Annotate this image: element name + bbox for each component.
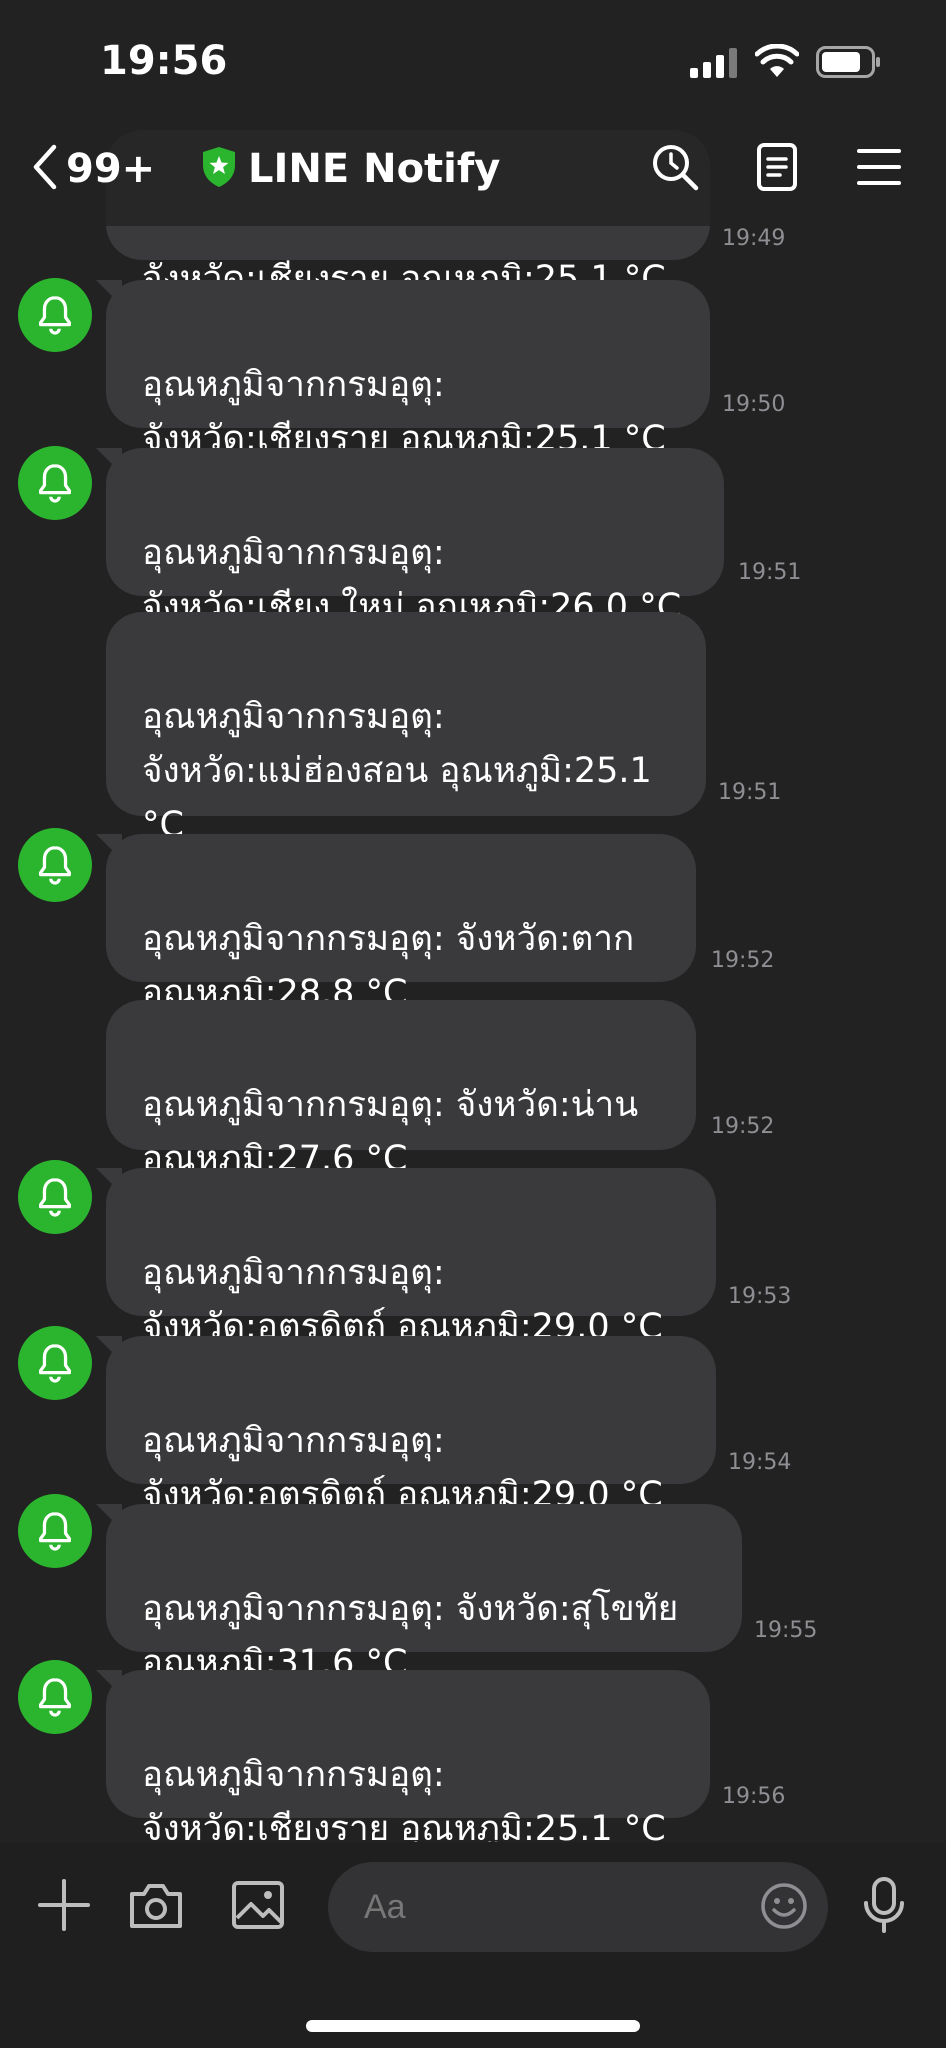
- bell-avatar-icon[interactable]: [18, 1160, 92, 1234]
- message-text: อุณหภูมิจากกรมอุตุ: จังหวัด:อุตรดิตถ์ อุ…: [142, 1253, 663, 1347]
- message-bubble[interactable]: อุณหภูมิจากกรมอุตุ: จังหวัด:เชียงราย อุณ…: [96, 280, 710, 459]
- message-input-bar: [0, 1842, 946, 2048]
- message-time: 19:52: [711, 948, 775, 973]
- gallery-button[interactable]: [226, 1872, 290, 1942]
- emoji-button[interactable]: [752, 1882, 816, 1934]
- message-bubble[interactable]: อุณหภูมิจากกรมอุตุ: จังหวัด:แม่ฮ่องสอน อ…: [106, 612, 706, 845]
- chat-title-text: LINE Notify: [248, 146, 501, 192]
- camera-icon: [128, 1880, 184, 1934]
- menu-icon: [857, 147, 901, 191]
- shield-star-icon: [200, 145, 238, 193]
- microphone-icon: [862, 1877, 906, 1937]
- menu-button[interactable]: [846, 134, 912, 204]
- message-text: อุณหภูมิจากกรมอุตุ: จังหวัด:เชียงราย อุณ…: [142, 365, 666, 459]
- bell-avatar-icon[interactable]: [18, 1326, 92, 1400]
- notes-icon: [756, 142, 798, 196]
- chat-title[interactable]: LINE Notify: [200, 134, 500, 204]
- message-time: 19:53: [728, 1284, 792, 1309]
- message-time: 19:56: [722, 1784, 786, 1809]
- bell-avatar-icon[interactable]: [18, 1660, 92, 1734]
- image-icon: [231, 1880, 285, 1934]
- message-time: 19:51: [718, 780, 782, 805]
- plus-icon: [38, 1879, 90, 1935]
- line-chat-screen: จังหวัด:เชียงราย อุณหภูมิ:25.1 °C 19:49 …: [0, 0, 946, 2048]
- camera-button[interactable]: [124, 1872, 188, 1942]
- bell-avatar-icon[interactable]: [18, 278, 92, 352]
- search-icon: [650, 142, 700, 196]
- add-button[interactable]: [32, 1872, 96, 1942]
- message-bubble[interactable]: อุณหภูมิจากกรมอุตุ: จังหวัด:ตาก อุณหภูมิ…: [96, 834, 696, 1013]
- emoji-icon: [759, 1881, 809, 1935]
- message-time: 19:50: [722, 392, 786, 417]
- message-text: อุณหภูมิจากกรมอุตุ: จังหวัด:สุโขทัย อุณห…: [142, 1589, 679, 1683]
- signal-icon: [690, 48, 738, 82]
- message-text: อุณหภูมิจากกรมอุตุ: จังหวัด:น่าน อุณหภูม…: [142, 1085, 639, 1179]
- notes-button[interactable]: [744, 134, 810, 204]
- message-time: 19:54: [728, 1450, 792, 1475]
- bell-avatar-icon[interactable]: [18, 1494, 92, 1568]
- status-time: 19:56: [100, 38, 228, 84]
- message-bubble[interactable]: อุณหภูมิจากกรมอุตุ: จังหวัด:เชียง ใหม่ อ…: [96, 448, 724, 627]
- message-bubble[interactable]: อุณหภูมิจากกรมอุตุ: จังหวัด:น่าน อุณหภูม…: [106, 1000, 696, 1179]
- chat-header: 99+ LINE Notify: [0, 112, 946, 226]
- chevron-left-icon: [30, 144, 60, 194]
- message-text: อุณหภูมิจากกรมอุตุ: จังหวัด:แม่ฮ่องสอน อ…: [142, 697, 652, 845]
- message-bubble[interactable]: อุณหภูมิจากกรมอุตุ: จังหวัด:อุตรดิตถ์ อุ…: [96, 1168, 716, 1347]
- message-bubble[interactable]: อุณหภูมิจากกรมอุตุ: จังหวัด:อุตรดิตถ์ อุ…: [96, 1336, 716, 1515]
- message-time: 19:52: [711, 1114, 775, 1139]
- back-button[interactable]: 99+: [30, 134, 155, 204]
- message-time: 19:51: [738, 560, 802, 585]
- bell-avatar-icon[interactable]: [18, 446, 92, 520]
- voice-button[interactable]: [852, 1872, 916, 1942]
- unread-count: 99+: [66, 146, 156, 192]
- message-text: อุณหภูมิจากกรมอุตุ: จังหวัด:ตาก อุณหภูมิ…: [142, 919, 635, 1013]
- message-time: 19:49: [722, 226, 786, 251]
- message-bubble[interactable]: อุณหภูมิจากกรมอุตุ: จังหวัด:สุโขทัย อุณห…: [96, 1504, 742, 1683]
- message-bubble[interactable]: อุณหภูมิจากกรมอุตุ: จังหวัด:เชียงราย อุณ…: [96, 1670, 710, 1842]
- bell-avatar-icon[interactable]: [18, 828, 92, 902]
- message-text: อุณหภูมิจากกรมอุตุ: จังหวัด:เชียงราย อุณ…: [142, 1755, 666, 1842]
- chat-scroll-area[interactable]: จังหวัด:เชียงราย อุณหภูมิ:25.1 °C 19:49 …: [0, 0, 946, 1842]
- home-indicator[interactable]: [306, 2020, 640, 2032]
- status-bar: 19:56: [0, 0, 946, 112]
- message-time: 19:55: [754, 1618, 818, 1643]
- wifi-icon: [754, 43, 800, 82]
- battery-icon: [816, 46, 882, 82]
- message-text: อุณหภูมิจากกรมอุตุ: จังหวัด:อุตรดิตถ์ อุ…: [142, 1421, 663, 1515]
- search-button[interactable]: [642, 134, 708, 204]
